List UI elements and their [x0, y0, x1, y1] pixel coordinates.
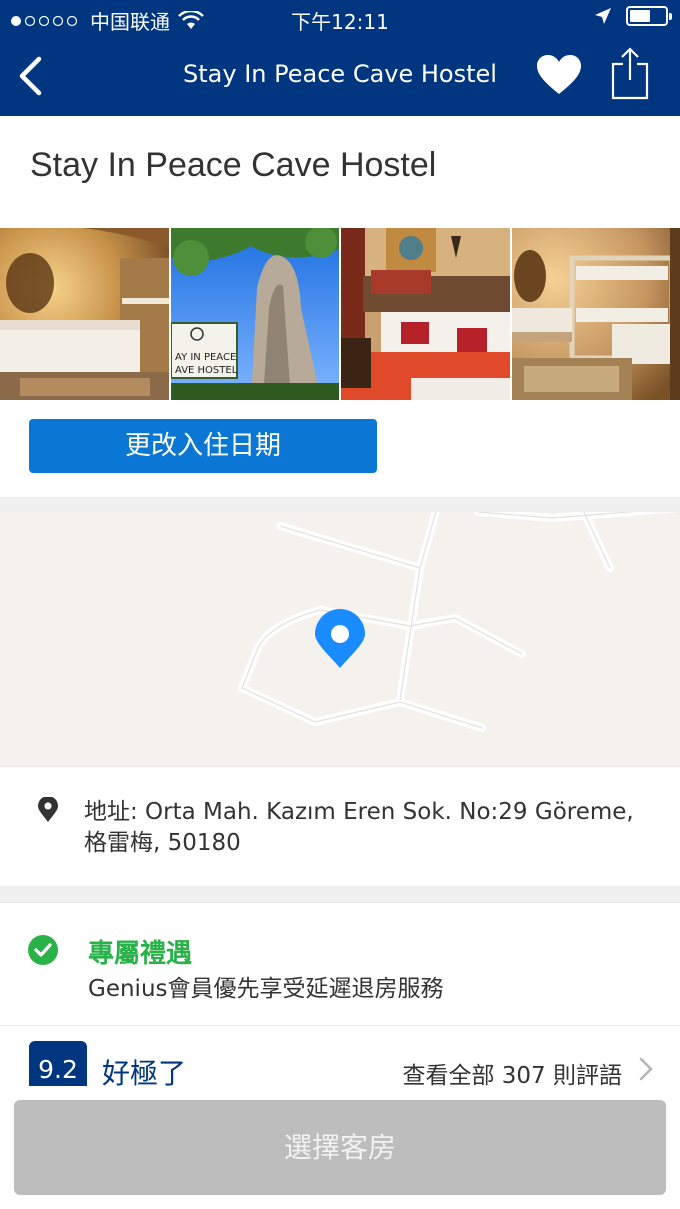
status-time: 下午12:11	[291, 10, 389, 34]
check-circle-icon	[28, 935, 58, 965]
photo-double-room[interactable]	[341, 228, 510, 400]
photo-fairy-chimney[interactable]: AY IN PEACE AVE HOSTEL	[170, 228, 339, 400]
status-bar: 中国联通 下午12:11	[0, 0, 680, 36]
review-score-badge: 9.2	[29, 1041, 87, 1086]
photo-gallery[interactable]: AY IN PEACE AVE HOSTEL	[0, 228, 680, 400]
nav-bar: Stay In Peace Cave Hostel	[0, 36, 680, 116]
section-divider	[0, 886, 680, 902]
back-chevron-icon	[19, 56, 42, 96]
hostel-sign-line1: AY IN PEACE	[175, 352, 236, 363]
perk-title: 專屬禮遇	[88, 939, 193, 969]
favorite-button[interactable]	[536, 54, 584, 98]
share-icon	[611, 47, 649, 100]
location-map[interactable]	[0, 512, 680, 766]
location-arrow-icon	[595, 8, 611, 24]
view-all-reviews-link[interactable]: 查看全部 307 則評語	[402, 1056, 622, 1086]
back-button[interactable]	[8, 52, 52, 100]
genius-perk-row: 專屬禮遇 Genius會員優先享受延遲退房服務	[0, 902, 680, 1026]
photo-cave-room[interactable]	[0, 228, 169, 400]
photo-dorm-room[interactable]	[511, 228, 680, 400]
change-dates-button[interactable]: 更改入住日期	[29, 419, 377, 473]
battery-icon	[626, 6, 672, 26]
select-room-button[interactable]: 選擇客房	[14, 1100, 666, 1195]
hostel-sign-line2: AVE HOSTEL	[175, 365, 238, 376]
status-right	[594, 6, 672, 26]
location-pin-icon	[38, 797, 58, 822]
battery-level	[630, 10, 651, 22]
nav-title: Stay In Peace Cave Hostel	[183, 60, 497, 88]
bottom-action-bar: 選擇客房	[0, 1086, 680, 1209]
chevron-right-icon	[639, 1057, 653, 1081]
section-divider	[0, 497, 680, 512]
address-text: 地址: Orta Mah. Kazım Eren Sok. No:29 Göre…	[84, 799, 634, 856]
map-pin-icon[interactable]	[315, 609, 365, 668]
share-button[interactable]	[610, 46, 658, 102]
heart-icon	[537, 55, 581, 94]
address-row[interactable]: 地址: Orta Mah. Kazım Eren Sok. No:29 Göre…	[0, 766, 680, 886]
hotel-name: Stay In Peace Cave Hostel	[30, 146, 437, 184]
reviews-row[interactable]: 9.2 好極了 查看全部 307 則評語	[0, 1026, 680, 1086]
review-score-word: 好極了	[102, 1057, 187, 1086]
perk-description: Genius會員優先享受延遲退房服務	[88, 976, 444, 1002]
